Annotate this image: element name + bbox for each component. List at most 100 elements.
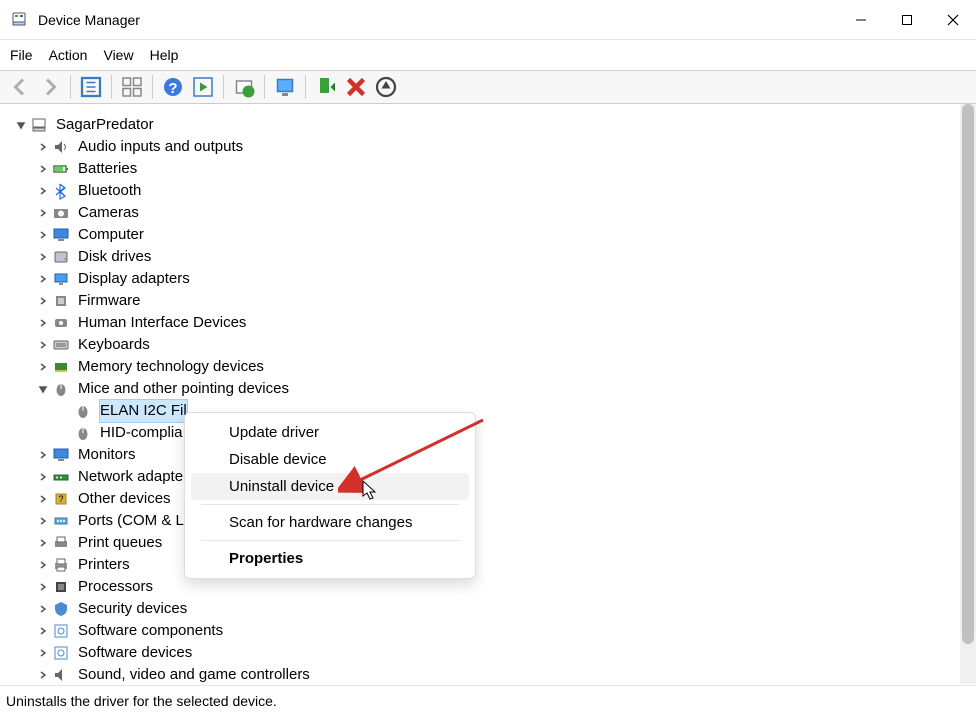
caret-right-icon[interactable] [36, 580, 50, 594]
caret-right-icon[interactable] [36, 492, 50, 506]
help-button[interactable]: ? [161, 75, 185, 99]
caret-right-icon[interactable] [36, 470, 50, 484]
tree-category[interactable]: Human Interface Devices [36, 312, 976, 334]
tree-category[interactable]: ?Other devices [36, 488, 976, 510]
show-hidden-button[interactable] [79, 75, 103, 99]
vertical-scrollbar[interactable] [960, 104, 976, 684]
toolbar-separator [305, 75, 306, 99]
tree-category[interactable]: Display adapters [36, 268, 976, 290]
menubar: File Action View Help [0, 40, 976, 70]
tree-category-label: Network adapte [78, 466, 183, 488]
scan-button[interactable] [273, 75, 297, 99]
scrollbar-thumb[interactable] [962, 104, 974, 644]
tree-category-label: Keyboards [78, 334, 150, 356]
tree-category[interactable]: Disk drives [36, 246, 976, 268]
caret-right-icon[interactable] [36, 448, 50, 462]
tree-category-label: Audio inputs and outputs [78, 136, 243, 158]
caret-right-icon[interactable] [36, 294, 50, 308]
context-menu: Update driverDisable deviceUninstall dev… [184, 412, 476, 579]
caret-right-icon[interactable] [36, 228, 50, 242]
caret-right-icon[interactable] [36, 668, 50, 682]
tree-category[interactable]: Cameras [36, 202, 976, 224]
toolbar-separator [264, 75, 265, 99]
update-driver-button[interactable] [232, 75, 256, 99]
statusbar: Uninstalls the driver for the selected d… [0, 685, 976, 715]
tree-category[interactable]: Network adapte [36, 466, 976, 488]
tree-category[interactable]: Batteries [36, 158, 976, 180]
device-tree[interactable]: SagarPredatorAudio inputs and outputsBat… [0, 104, 976, 684]
mouse-icon [74, 402, 92, 420]
menu-view[interactable]: View [103, 47, 133, 63]
caret-right-icon[interactable] [36, 316, 50, 330]
caret-right-icon[interactable] [36, 602, 50, 616]
caret-right-icon[interactable] [36, 250, 50, 264]
context-menu-item[interactable]: Uninstall device [191, 473, 469, 500]
software-icon [52, 644, 70, 662]
caret-right-icon[interactable] [36, 206, 50, 220]
disk-icon [52, 248, 70, 266]
tree-device-label: HID-complia [100, 422, 183, 444]
tree-category-label: Disk drives [78, 246, 151, 268]
context-menu-item[interactable]: Properties [191, 545, 469, 572]
uninstall-device-button[interactable] [374, 75, 398, 99]
forward-button[interactable] [38, 75, 62, 99]
caret-right-icon[interactable] [36, 162, 50, 176]
maximize-button[interactable] [884, 0, 930, 40]
computer-icon [52, 226, 70, 244]
enable-device-button[interactable] [314, 75, 338, 99]
context-menu-item[interactable]: Scan for hardware changes [191, 509, 469, 536]
tree-category[interactable]: Printers [36, 554, 976, 576]
caret-right-icon[interactable] [36, 514, 50, 528]
tree-category[interactable]: Security devices [36, 598, 976, 620]
tree-category[interactable]: Print queues [36, 532, 976, 554]
tree-category[interactable]: Audio inputs and outputs [36, 136, 976, 158]
tree-category-label: Computer [78, 224, 144, 246]
action-script-button[interactable] [191, 75, 215, 99]
minimize-button[interactable] [838, 0, 884, 40]
caret-right-icon[interactable] [36, 184, 50, 198]
menu-file[interactable]: File [10, 47, 33, 63]
tree-category[interactable]: Processors [36, 576, 976, 598]
caret-right-icon[interactable] [36, 360, 50, 374]
disable-device-button[interactable] [344, 75, 368, 99]
keyboard-icon [52, 336, 70, 354]
tree-category[interactable]: Firmware [36, 290, 976, 312]
tree-device-label: ELAN I2C Fil [100, 400, 187, 422]
caret-right-icon[interactable] [36, 140, 50, 154]
tree-category[interactable]: Bluetooth [36, 180, 976, 202]
caret-right-icon[interactable] [36, 272, 50, 286]
context-menu-divider [201, 540, 459, 541]
tree-category[interactable]: Software components [36, 620, 976, 642]
tree-category[interactable]: Sound, video and game controllers [36, 664, 976, 684]
caret-right-icon[interactable] [36, 338, 50, 352]
tree-category[interactable]: Mice and other pointing devices [36, 378, 976, 400]
tree-category[interactable]: Keyboards [36, 334, 976, 356]
tree-category-label: Software components [78, 620, 223, 642]
tree-category[interactable]: Monitors [36, 444, 976, 466]
caret-right-icon[interactable] [36, 646, 50, 660]
tree-category[interactable]: Software devices [36, 642, 976, 664]
close-button[interactable] [930, 0, 976, 40]
tree-category-label: Software devices [78, 642, 192, 664]
processor-icon [52, 578, 70, 596]
context-menu-item[interactable]: Disable device [191, 446, 469, 473]
caret-right-icon[interactable] [36, 624, 50, 638]
context-menu-item[interactable]: Update driver [191, 419, 469, 446]
titlebar: Device Manager [0, 0, 976, 40]
menu-action[interactable]: Action [49, 47, 88, 63]
tree-category[interactable]: Ports (COM & L [36, 510, 976, 532]
properties-grid-button[interactable] [120, 75, 144, 99]
caret-right-icon[interactable] [36, 536, 50, 550]
menu-help[interactable]: Help [150, 47, 179, 63]
battery-icon [52, 160, 70, 178]
tree-root-label: SagarPredator [56, 114, 154, 136]
camera-icon [52, 204, 70, 222]
caret-right-icon[interactable] [36, 558, 50, 572]
tree-category[interactable]: Computer [36, 224, 976, 246]
app-icon [10, 11, 28, 29]
tree-root[interactable]: SagarPredator [14, 114, 976, 136]
tree-category[interactable]: Memory technology devices [36, 356, 976, 378]
caret-down-icon[interactable] [36, 382, 50, 396]
back-button[interactable] [8, 75, 32, 99]
caret-down-icon[interactable] [14, 118, 28, 132]
